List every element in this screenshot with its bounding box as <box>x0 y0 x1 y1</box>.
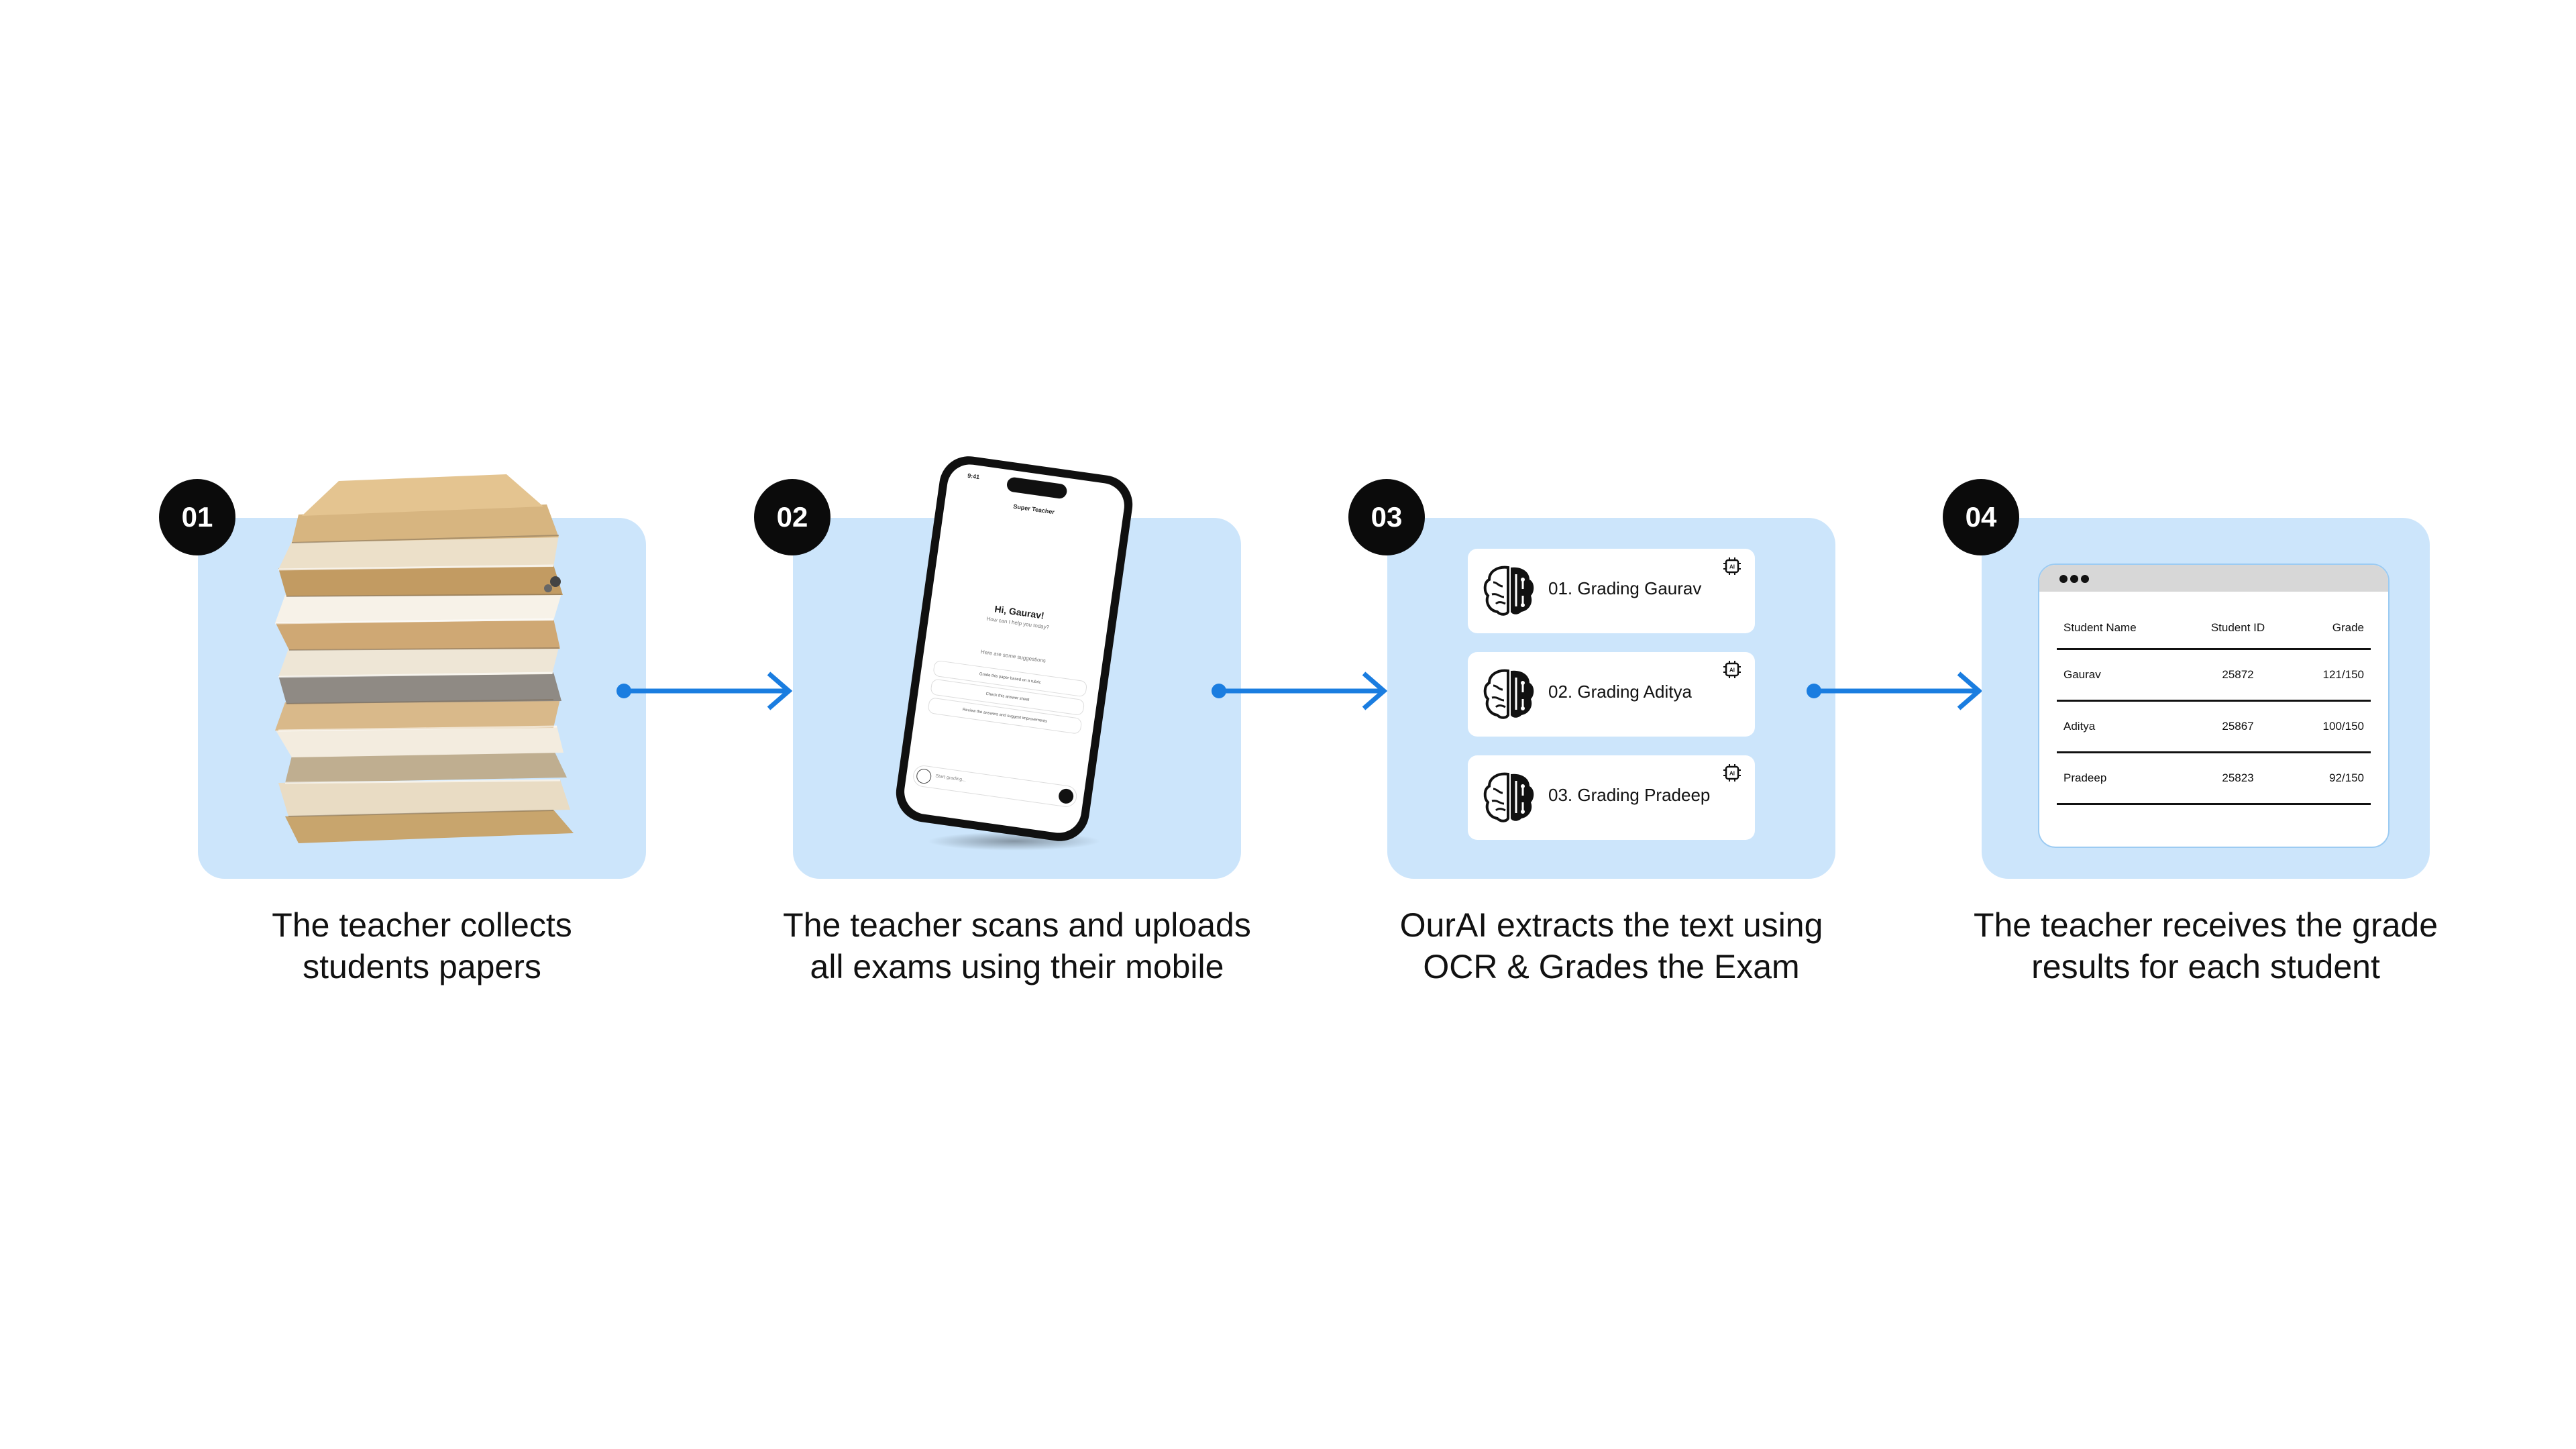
step-3-card: 03 01. Grading Gaurav AI 02. Grading Adi… <box>1348 479 1835 879</box>
phone-chat-input[interactable]: Start grading... <box>912 764 1079 808</box>
brain-circuit-icon <box>1483 772 1534 822</box>
plus-icon[interactable] <box>915 767 932 785</box>
step-1-badge: 01 <box>159 479 235 555</box>
phone-app-name: Super Teacher <box>1012 502 1055 516</box>
ai-chip-icon: AI <box>1723 661 1741 678</box>
step-4-caption-line-1: The teacher receives the grade <box>1973 906 2438 944</box>
step-3-caption: OurAI extracts the text using OCR & Grad… <box>1293 904 1929 987</box>
row-student-name: Gaurav <box>2063 668 2101 681</box>
arrow-1-to-2 <box>616 672 793 710</box>
phone-mockup: 9:41 Super Teacher Hi, Gaurav! How can I… <box>892 452 1136 845</box>
row-grade: 121/150 <box>2322 668 2364 681</box>
step-3: 03 01. Grading Gaurav AI 02. Grading Adi… <box>1348 479 1835 985</box>
results-browser-window: Student Name Student ID Grade Gaurav 258… <box>2038 564 2390 848</box>
ai-chip-icon: AI <box>1723 764 1741 782</box>
step-4-caption: The teacher receives the grade results f… <box>1888 904 2524 987</box>
header-student-id: Student ID <box>2210 621 2265 634</box>
table-row: Gaurav 25872 121/150 <box>2057 650 2371 702</box>
step-2-caption: The teacher scans and uploads all exams … <box>699 904 1335 987</box>
window-dot-icon <box>2081 575 2089 583</box>
step-4-caption-line-2: results for each student <box>2031 948 2380 985</box>
step-1-caption: The teacher collects students papers <box>104 904 740 987</box>
row-student-id: 25867 <box>2222 720 2254 733</box>
ai-chip-icon: AI <box>1723 557 1741 575</box>
paper-stack-image <box>274 474 574 843</box>
step-4-badge: 04 <box>1943 479 2019 555</box>
header-student-name: Student Name <box>2063 621 2137 634</box>
arrow-3-to-4 <box>1807 672 1983 710</box>
grading-item-3-label: 03. Grading Pradeep <box>1548 785 1711 805</box>
table-row: Pradeep 25823 92/150 <box>2057 753 2371 805</box>
phone-time: 9:41 <box>967 472 980 481</box>
process-diagram: 01 The teacher collects students papers … <box>0 0 2576 1449</box>
step-4: 04 Student Name Student ID Grade Gaurav <box>1943 479 2438 985</box>
brain-circuit-icon <box>1483 669 1534 719</box>
step-3-caption-line-1: OurAI extracts the text using <box>1399 906 1823 944</box>
step-2-caption-line-1: The teacher scans and uploads <box>783 906 1251 944</box>
ai-chip-text: AI <box>1729 771 1735 777</box>
step-2-caption-line-2: all exams using their mobile <box>810 948 1224 985</box>
row-student-id: 25823 <box>2222 771 2254 784</box>
grading-item-2-label: 02. Grading Aditya <box>1548 682 1692 702</box>
step-1-caption-line-2: students papers <box>303 948 541 985</box>
step-2-card: 02 9:41 Super Teacher Hi, Gaurav! How ca… <box>754 452 1241 879</box>
step-1-card: 01 <box>159 474 646 879</box>
results-table-header: Student Name Student ID Grade <box>2057 608 2371 650</box>
window-dot-icon <box>2070 575 2078 583</box>
step-3-badge: 03 <box>1348 479 1425 555</box>
results-table: Student Name Student ID Grade Gaurav 258… <box>2057 608 2371 805</box>
step-1-caption-line-1: The teacher collects <box>272 906 572 944</box>
step-4-card: 04 Student Name Student ID Grade Gaurav <box>1943 479 2430 879</box>
grading-item-1: 01. Grading Gaurav AI <box>1468 549 1755 633</box>
grading-item-1-label: 01. Grading Gaurav <box>1548 578 1702 598</box>
grading-item-2: 02. Grading Aditya AI <box>1468 652 1755 737</box>
grading-item-3: 03. Grading Pradeep AI <box>1468 755 1755 840</box>
row-student-name: Aditya <box>2063 720 2096 733</box>
arrow-2-to-3 <box>1212 672 1388 710</box>
phone-input-placeholder: Start grading... <box>934 773 967 783</box>
step-3-caption-line-2: OCR & Grades the Exam <box>1423 948 1800 985</box>
step-2-badge: 02 <box>754 479 830 555</box>
row-grade: 92/150 <box>2329 771 2364 784</box>
send-icon[interactable] <box>1057 788 1075 805</box>
brain-circuit-icon <box>1483 566 1534 616</box>
row-student-id: 25872 <box>2222 668 2254 681</box>
step-2: 02 9:41 Super Teacher Hi, Gaurav! How ca… <box>754 452 1251 985</box>
ai-chip-text: AI <box>1729 667 1735 674</box>
window-dot-icon <box>2059 575 2068 583</box>
header-grade: Grade <box>2332 621 2364 634</box>
browser-title-bar <box>2039 565 2388 592</box>
step-1: 01 The teacher collects students papers <box>159 474 646 985</box>
table-row: Aditya 25867 100/150 <box>2057 702 2371 753</box>
row-grade: 100/150 <box>2322 720 2364 733</box>
row-student-name: Pradeep <box>2063 771 2107 784</box>
ai-chip-text: AI <box>1729 564 1735 570</box>
